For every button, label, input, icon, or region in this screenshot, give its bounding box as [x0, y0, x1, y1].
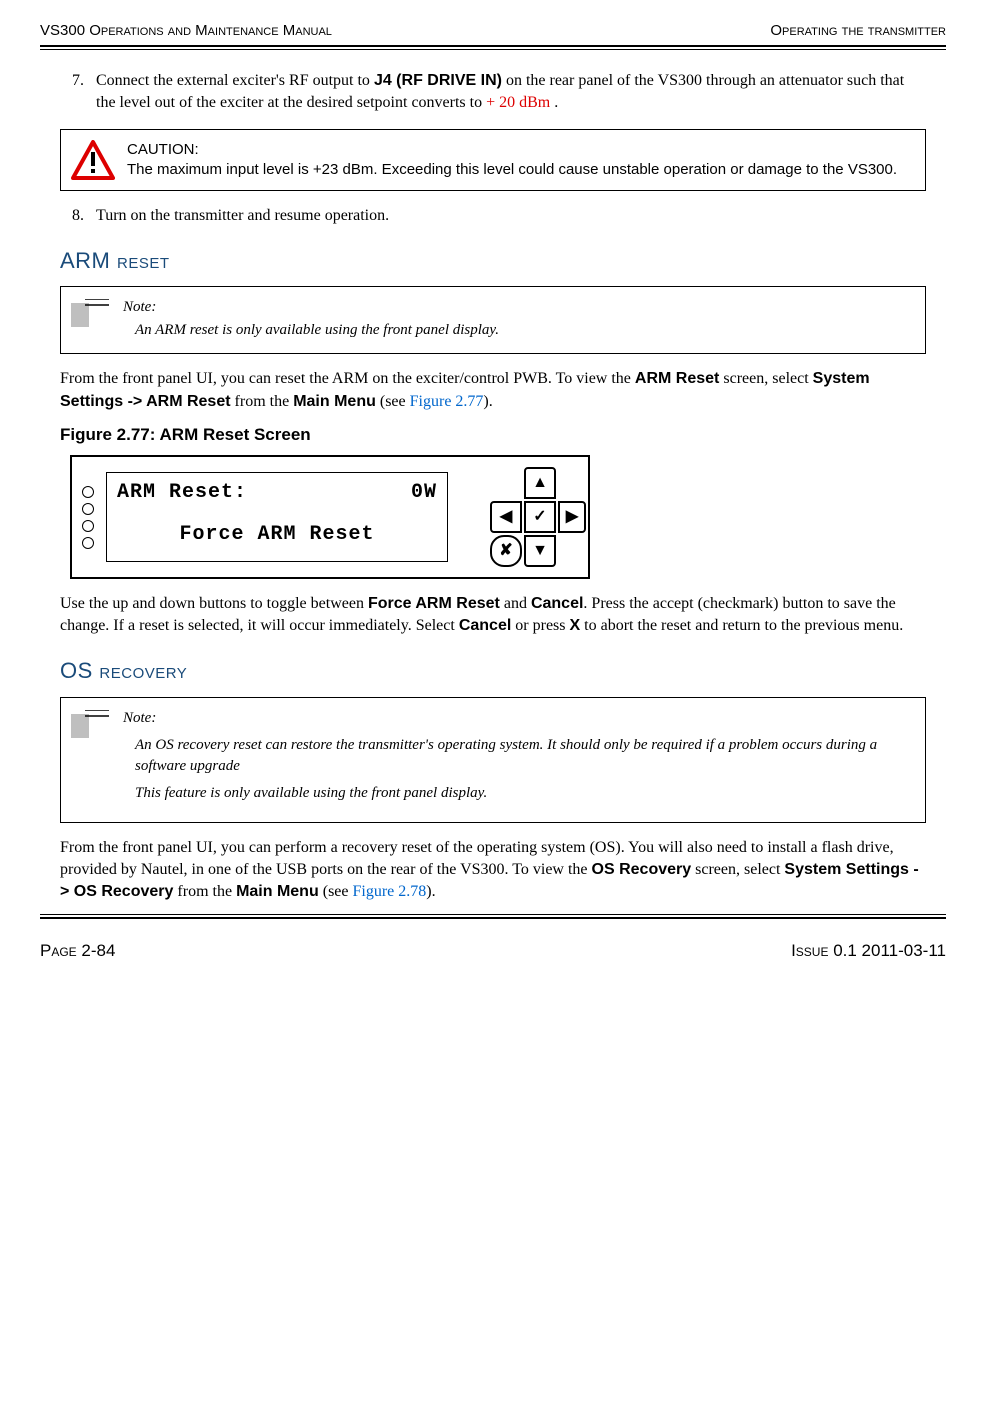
- arm-desc-para: Use the up and down buttons to toggle be…: [60, 593, 926, 638]
- nav-cancel-button[interactable]: ✘: [490, 535, 522, 567]
- arm-da: Use the up and down buttons to toggle be…: [60, 595, 368, 612]
- page-content: Connect the external exciter's RF output…: [40, 70, 946, 904]
- footer-rule-thin: [40, 914, 946, 915]
- step7-text-c: .: [554, 94, 558, 111]
- lcd-screen: ARM Reset: 0W Force ARM Reset: [106, 472, 448, 562]
- caution-text: CAUTION: The maximum input level is +23 …: [127, 140, 897, 181]
- note-icon-os: [71, 710, 109, 738]
- os-b3: Main Menu: [236, 883, 319, 900]
- arm-db4: X: [570, 617, 581, 634]
- arm-pe: ).: [483, 393, 492, 410]
- note-label-os: Note:: [123, 708, 911, 729]
- step-list-7: Connect the external exciter's RF output…: [60, 70, 926, 115]
- lcd-value: 0W: [411, 479, 437, 507]
- os-pe: ).: [426, 883, 435, 900]
- caution-box: CAUTION: The maximum input level is +23 …: [60, 129, 926, 192]
- caution-icon: [71, 140, 115, 180]
- arm-pc: from the: [231, 393, 294, 410]
- os-fig-link[interactable]: Figure 2.78: [353, 883, 427, 900]
- caution-label: CAUTION:: [127, 140, 897, 160]
- os-b1: OS Recovery: [592, 861, 692, 878]
- os-pd: (see: [319, 883, 353, 900]
- led-2: [82, 503, 94, 515]
- nav-up-button[interactable]: ▲: [524, 467, 556, 499]
- arm-dd: or press: [511, 617, 569, 634]
- arm-pd: (see: [376, 393, 410, 410]
- heading-arm-reset: ARM reset: [60, 246, 926, 277]
- note-body-arm: An ARM reset is only available using the…: [123, 320, 499, 341]
- note-icon: [71, 299, 109, 327]
- note-label-arm: Note:: [123, 297, 499, 318]
- nav-accept-button[interactable]: ✓: [524, 501, 556, 533]
- footer-rule-thick: [40, 917, 946, 919]
- os-pc: from the: [173, 883, 236, 900]
- figure-caption-277: Figure 2.77: ARM Reset Screen: [60, 423, 926, 447]
- lcd-title: ARM Reset:: [117, 479, 247, 507]
- footer-right: Issue 0.1 2011-03-11: [791, 939, 946, 963]
- header-right: Operating the transmitter: [770, 20, 946, 41]
- footer-left: Page 2-84: [40, 939, 115, 963]
- step-8: Turn on the transmitter and resume opera…: [88, 205, 926, 227]
- arm-de: to abort the reset and return to the pre…: [580, 617, 903, 634]
- lcd-option: Force ARM Reset: [117, 521, 437, 549]
- note-body-os: An OS recovery reset can restore the tra…: [123, 735, 911, 804]
- note-text-arm: Note: An ARM reset is only available usi…: [123, 297, 499, 341]
- lcd-leds: [82, 486, 94, 549]
- led-1: [82, 486, 94, 498]
- header-rule-thick: [40, 45, 946, 47]
- os-intro-para: From the front panel UI, you can perform…: [60, 837, 926, 904]
- step-7: Connect the external exciter's RF output…: [88, 70, 926, 115]
- lcd-nav: ▲ ◀ ✓ ▶ ✘ ▼: [460, 467, 578, 567]
- heading-os-recovery: OS recovery: [60, 656, 926, 687]
- step7-bold-j4: J4 (RF DRIVE IN): [374, 72, 502, 89]
- step8-text: Turn on the transmitter and resume opera…: [96, 207, 389, 224]
- caution-body: The maximum input level is +23 dBm. Exce…: [127, 161, 897, 178]
- arm-db3: Cancel: [459, 617, 511, 634]
- nav-left-button[interactable]: ◀: [490, 501, 522, 533]
- step7-red-value: + 20 dBm: [486, 94, 554, 111]
- nav-right-button[interactable]: ▶: [558, 501, 586, 533]
- note-text-os: Note: An OS recovery reset can restore t…: [123, 708, 911, 810]
- arm-pa: From the front panel UI, you can reset t…: [60, 370, 635, 387]
- note-body-os-1: An OS recovery reset can restore the tra…: [135, 735, 911, 777]
- header-rule-thin: [40, 49, 946, 50]
- lcd-line1: ARM Reset: 0W: [117, 479, 437, 507]
- lcd-panel: ARM Reset: 0W Force ARM Reset ▲ ◀ ✓ ▶ ✘ …: [70, 455, 590, 579]
- arm-db2: Cancel: [531, 595, 583, 612]
- os-pb: screen, select: [691, 861, 784, 878]
- arm-b3: Main Menu: [293, 393, 376, 410]
- arm-db1: Force ARM Reset: [368, 595, 500, 612]
- step7-text-a: Connect the external exciter's RF output…: [96, 72, 374, 89]
- nav-down-button[interactable]: ▼: [524, 535, 556, 567]
- page-footer: Page 2-84 Issue 0.1 2011-03-11: [40, 939, 946, 963]
- step-list-8: Turn on the transmitter and resume opera…: [60, 205, 926, 227]
- arm-fig-link[interactable]: Figure 2.77: [410, 393, 484, 410]
- note-box-arm: Note: An ARM reset is only available usi…: [60, 286, 926, 354]
- note-body-os-2: This feature is only available using the…: [135, 783, 911, 804]
- arm-db: and: [500, 595, 531, 612]
- arm-intro-para: From the front panel UI, you can reset t…: [60, 368, 926, 413]
- led-4: [82, 537, 94, 549]
- note-box-os: Note: An OS recovery reset can restore t…: [60, 697, 926, 823]
- arm-pb: screen, select: [719, 370, 812, 387]
- header-left: VS300 Operations and Maintenance Manual: [40, 20, 332, 41]
- page-header: VS300 Operations and Maintenance Manual …: [40, 20, 946, 41]
- led-3: [82, 520, 94, 532]
- arm-b1: ARM Reset: [635, 370, 719, 387]
